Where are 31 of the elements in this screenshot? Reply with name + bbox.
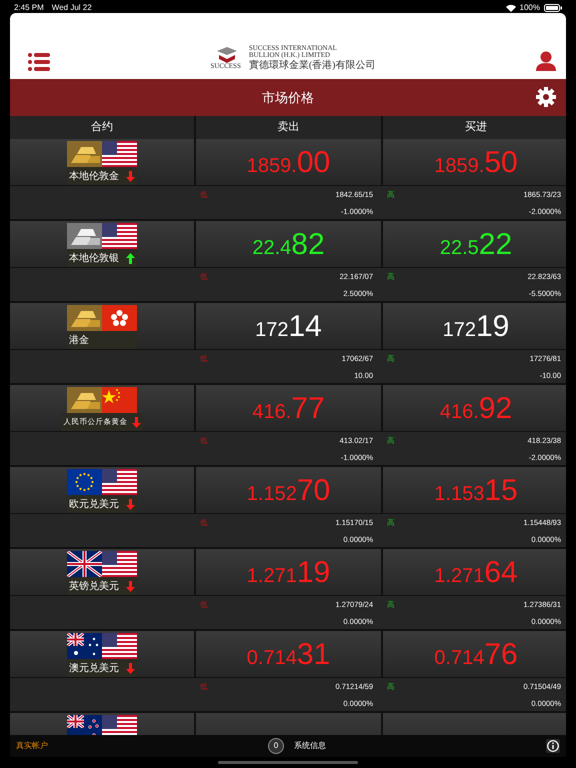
buy-price: 0.71476	[434, 636, 518, 672]
status-time: 2:45 PM	[14, 2, 44, 14]
page-title: 市场价格	[262, 88, 314, 107]
sell-price: 1859.00	[246, 144, 330, 180]
column-header: 合约	[10, 116, 194, 139]
company-name: 實德環球金業(香港)有限公司	[248, 60, 376, 71]
column-header: 买进	[383, 116, 566, 139]
product-name: 英镑兑美元	[69, 580, 119, 594]
sell-price: 17214	[255, 308, 322, 344]
buy-price: 1859.50	[434, 144, 518, 180]
column-header: 卖出	[196, 116, 381, 139]
buy-price: 1.27164	[434, 554, 518, 590]
product-name: 本地伦敦金	[69, 170, 119, 184]
buy-price: 416.92	[440, 390, 512, 426]
message-count[interactable]: 0	[268, 738, 284, 754]
sell-price: 0.71431	[246, 636, 330, 672]
sell-price: 1.15270	[246, 472, 330, 508]
battery-level: 100%	[520, 2, 540, 14]
buy-price: 1.15315	[434, 472, 518, 508]
buy-price: 22.522	[440, 226, 512, 262]
product-name: 欧元兑美元	[69, 498, 119, 512]
account-type: 真实帐户	[16, 740, 48, 752]
status-date: Wed Jul 22	[52, 2, 92, 14]
buy-price: 17219	[442, 308, 510, 344]
product-name: 本地伦敦银	[69, 252, 119, 266]
sell-price: 1.27119	[246, 554, 330, 590]
system-message[interactable]: 系统信息	[294, 740, 326, 752]
product-name: 港金	[69, 334, 89, 348]
sell-price: 416.77	[252, 390, 325, 426]
sell-price: 22.482	[252, 226, 325, 262]
product-name: 澳元兑美元	[69, 662, 119, 676]
